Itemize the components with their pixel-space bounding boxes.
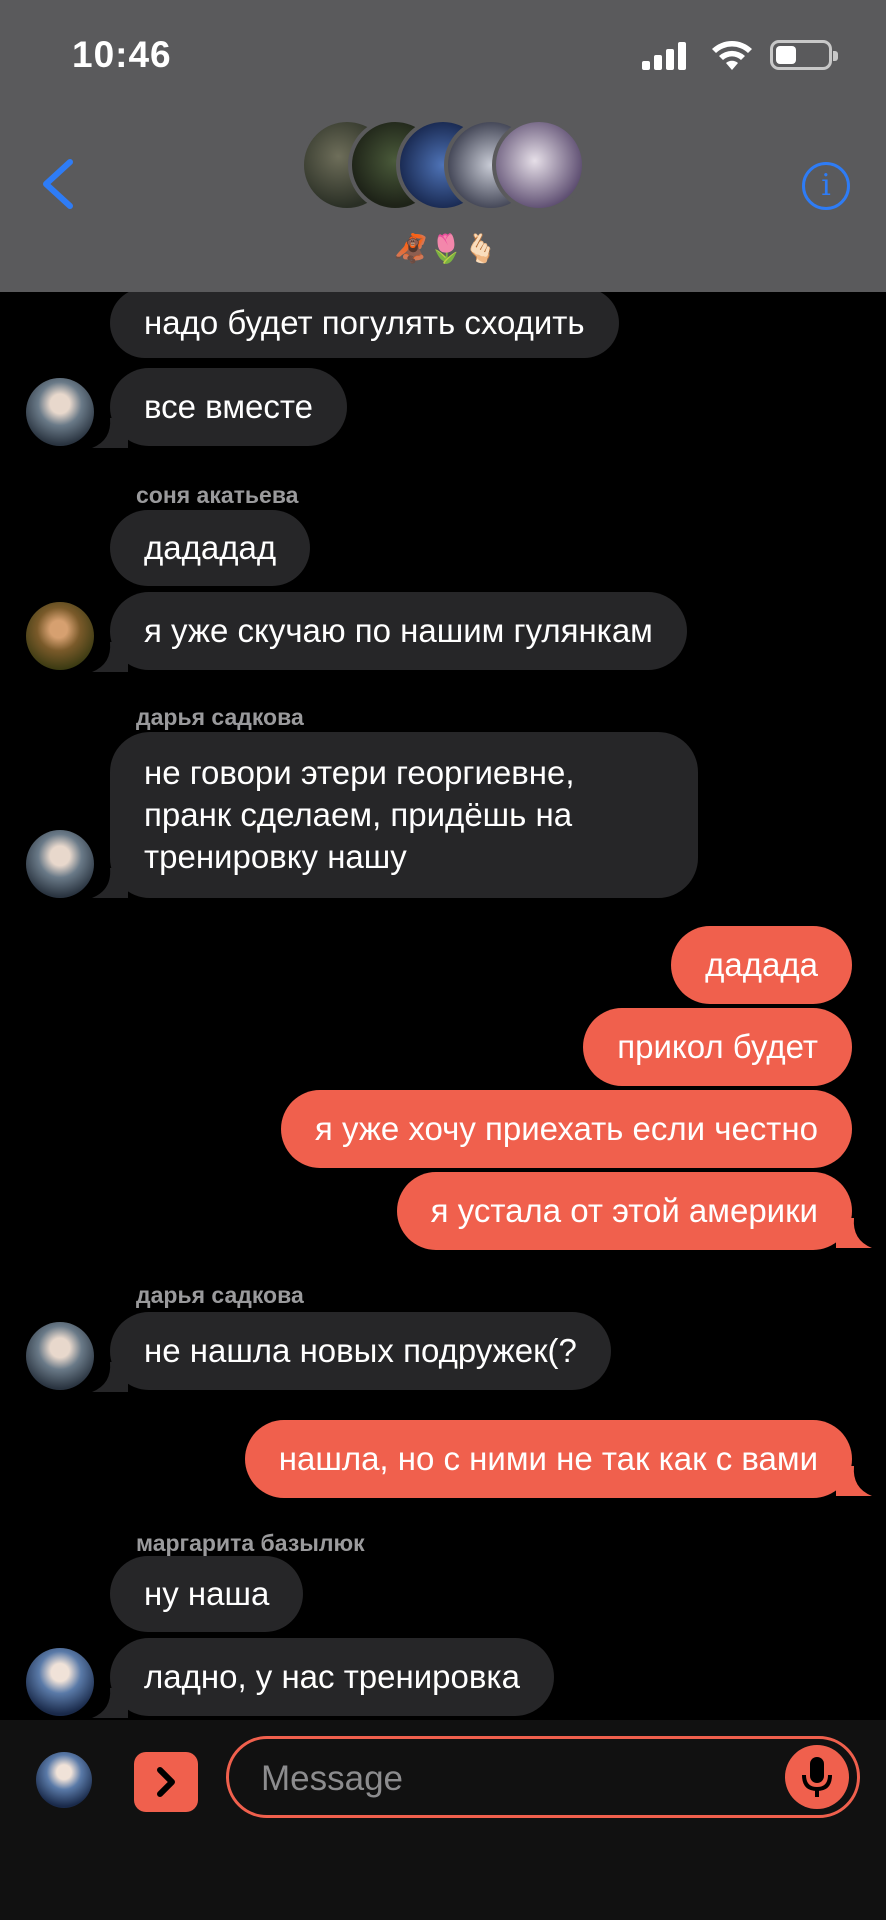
message-input[interactable]: Message <box>226 1736 860 1818</box>
status-time: 10:46 <box>72 34 172 75</box>
message-bubble-incoming[interactable]: дададад <box>110 510 311 586</box>
message-bubble-outgoing[interactable]: я уже хочу приехать если честно <box>280 1090 852 1168</box>
back-chevron-icon[interactable] <box>38 158 78 210</box>
bubble-tail <box>836 1466 872 1496</box>
message-bubble-incoming[interactable]: я уже скучаю по нашим гулянкам <box>110 592 687 670</box>
compose-bar: Message <box>0 1720 886 1920</box>
sender-avatar <box>26 378 94 446</box>
group-avatar-stack[interactable] <box>300 118 586 218</box>
bubble-tail <box>836 1218 872 1248</box>
bubble-tail <box>92 1688 128 1718</box>
message-bubble-outgoing[interactable]: дадада <box>671 926 852 1004</box>
bubble-tail <box>92 642 128 672</box>
sender-name: соня акатьева <box>136 482 299 508</box>
sender-avatar <box>26 1322 94 1390</box>
message-bubble-outgoing[interactable]: нашла, но с ними не так как с вами <box>244 1420 852 1498</box>
microphone-icon <box>802 1757 832 1797</box>
sender-avatar <box>26 602 94 670</box>
bubble-tail <box>92 1362 128 1392</box>
battery-icon <box>770 40 838 70</box>
message-bubble-outgoing[interactable]: я устала от этой америки <box>396 1172 852 1250</box>
sender-name: маргарита базылюк <box>136 1530 365 1556</box>
sender-name: дарья садкова <box>136 1282 304 1308</box>
bubble-tail <box>92 868 128 898</box>
group-emoji-name: 🦧🌷🫰🏻 <box>393 233 499 264</box>
message-list: надо будет погулять сходить все вместе с… <box>0 292 886 1720</box>
message-bubble-incoming[interactable]: не нашла новых подружек(? <box>110 1312 611 1390</box>
message-bubble-incoming[interactable]: не говори этери георгиевне, пранк сделае… <box>110 732 698 898</box>
chevron-right-icon <box>157 1767 175 1797</box>
chat-header: 10:46 🦧🌷🫰🏻 i <box>0 0 886 292</box>
cellular-signal-icon <box>642 42 690 70</box>
my-avatar[interactable] <box>36 1752 92 1808</box>
sender-name: дарья садкова <box>136 704 304 730</box>
sender-avatar <box>26 1648 94 1716</box>
info-icon[interactable]: i <box>802 162 850 210</box>
wifi-icon <box>712 41 752 70</box>
group-member-avatar <box>492 118 586 212</box>
message-bubble-incoming[interactable]: все вместе <box>110 368 347 446</box>
message-bubble-incoming[interactable]: надо будет погулять сходить <box>110 292 619 358</box>
microphone-button[interactable] <box>785 1745 849 1809</box>
bubble-tail <box>92 418 128 448</box>
message-bubble-incoming[interactable]: ладно, у нас тренировка <box>110 1638 554 1716</box>
sender-avatar <box>26 830 94 898</box>
message-bubble-outgoing[interactable]: прикол будет <box>583 1008 852 1086</box>
message-bubble-incoming[interactable]: ну наша <box>110 1556 304 1632</box>
expand-apps-button[interactable] <box>134 1752 198 1812</box>
message-input-placeholder: Message <box>261 1759 404 1798</box>
